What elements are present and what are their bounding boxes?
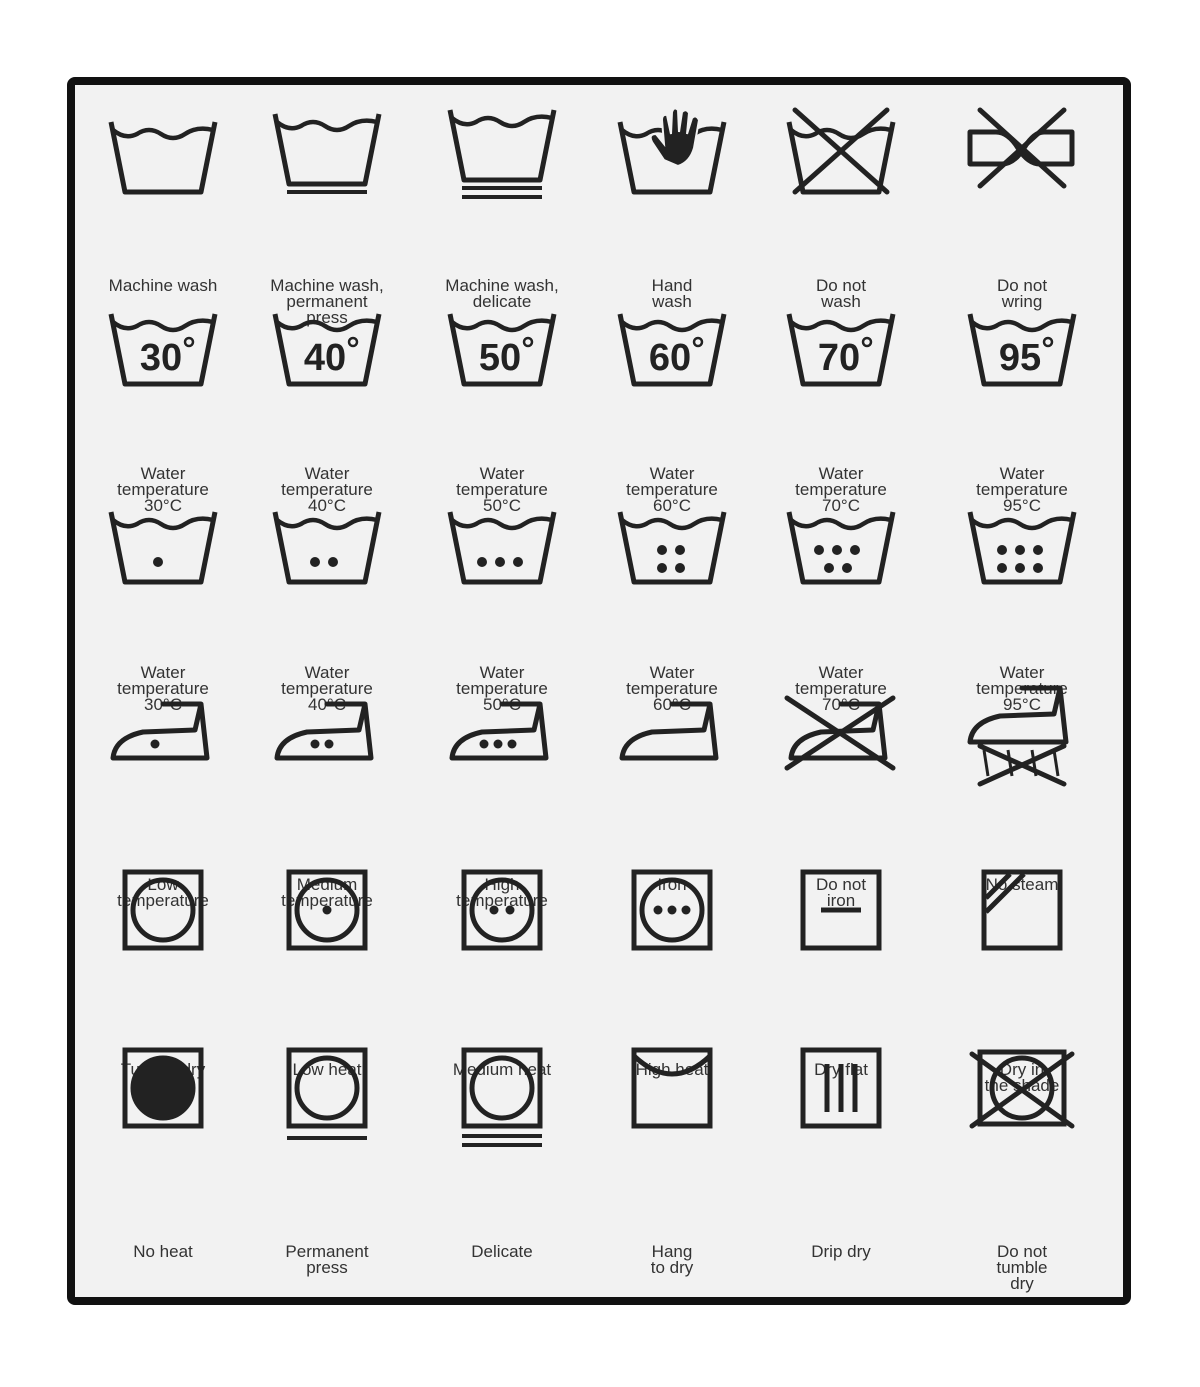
- symbol-cell: Water temperature 30°C: [78, 480, 248, 713]
- wash-6-dots-icon: [967, 511, 1077, 585]
- machine-wash-permanent-press-icon: [272, 113, 382, 194]
- symbol-cell: Do not wash: [756, 90, 926, 310]
- symbol-label: Permanent press: [285, 1242, 369, 1277]
- symbol-cell: Permanent press: [242, 1040, 412, 1276]
- do-not-tumble-dry-icon: [969, 1049, 1075, 1129]
- symbol-cell: Water temperature 40°C: [242, 480, 412, 713]
- wash-3-dots-icon: [447, 511, 557, 585]
- symbol-cell: Machine wash, permanent press: [242, 90, 412, 326]
- symbol-cell: Machine wash, delicate: [417, 90, 587, 310]
- wash-60-icon: 60: [617, 313, 727, 387]
- wash-5-dots-icon: [786, 511, 896, 585]
- symbol-cell: Do not wring: [937, 90, 1107, 310]
- symbol-cell: Medium temperature: [242, 680, 412, 909]
- symbol-cell: Water temperature 95°C: [937, 480, 1107, 713]
- symbol-label: No heat: [133, 1242, 193, 1261]
- symbol-cell: Drip dry: [756, 1040, 926, 1260]
- svg-text:70: 70: [818, 337, 860, 379]
- symbol-cell: Medium heat: [417, 862, 587, 1078]
- svg-text:50: 50: [479, 337, 521, 379]
- iron-low-icon: [110, 701, 210, 761]
- symbol-cell: Water temperature 70°C: [756, 480, 926, 713]
- tumble-dry-low-heat-icon: [286, 869, 368, 951]
- symbol-cell: 40 Water temperature 40°C: [242, 282, 412, 514]
- tumble-dry-no-heat-icon: [122, 1047, 204, 1129]
- wash-70-icon: 70: [786, 313, 896, 387]
- symbol-cell: Low temperature: [78, 680, 248, 909]
- symbol-cell: Do not iron: [756, 680, 926, 909]
- dry-in-shade-icon: [981, 869, 1063, 951]
- hand-wash-icon: [617, 107, 727, 195]
- symbol-cell: Machine wash: [78, 90, 248, 294]
- wash-95-icon: 95: [967, 313, 1077, 387]
- symbol-cell: High temperature: [417, 680, 587, 909]
- wash-50-icon: 50: [447, 313, 557, 387]
- tumble-dry-medium-heat-icon: [461, 869, 543, 951]
- symbol-cell: Hang to dry: [587, 1040, 757, 1276]
- symbol-cell: Do not tumble dry: [937, 1040, 1107, 1292]
- symbol-label: Drip dry: [811, 1242, 871, 1261]
- symbol-cell: Iron: [587, 680, 757, 893]
- symbol-cell: No heat: [78, 1040, 248, 1260]
- tumble-dry-high-heat-icon: [631, 869, 713, 951]
- svg-text:60: 60: [649, 337, 691, 379]
- symbol-cell: No steam: [937, 680, 1107, 893]
- tumble-dry-delicate-icon: [461, 1047, 543, 1147]
- wash-4-dots-icon: [617, 511, 727, 585]
- symbol-cell: Dry in the shade: [937, 862, 1107, 1094]
- wash-1-dot-icon: [108, 511, 218, 585]
- symbol-cell: Water temperature 60°C: [587, 480, 757, 713]
- symbol-cell: Tumble dry: [78, 862, 248, 1078]
- svg-text:95: 95: [999, 337, 1041, 379]
- wash-2-dots-icon: [272, 511, 382, 585]
- do-not-wash-icon: [786, 107, 896, 195]
- tumble-dry-permanent-press-icon: [286, 1047, 368, 1140]
- dry-flat-icon: [800, 869, 882, 951]
- symbol-cell: Water temperature 50°C: [417, 480, 587, 713]
- symbol-cell: 30 Water temperature 30°C: [78, 282, 248, 514]
- symbol-cell: Low heat: [242, 862, 412, 1078]
- symbol-cell: Delicate: [417, 1040, 587, 1260]
- symbol-cell: 60 Water temperature 60°C: [587, 282, 757, 514]
- do-not-wring-icon: [967, 107, 1075, 189]
- symbol-cell: High heat: [587, 862, 757, 1078]
- machine-wash-icon: [108, 121, 218, 195]
- do-not-iron-icon: [784, 695, 896, 771]
- no-steam-icon: [967, 685, 1069, 787]
- symbol-cell: 70 Water temperature 70°C: [756, 282, 926, 514]
- iron-high-icon: [449, 701, 549, 761]
- wash-40-icon: 40: [272, 313, 382, 387]
- drip-dry-icon: [800, 1047, 882, 1129]
- symbol-cell: Dry flat: [756, 862, 926, 1078]
- symbol-label: Delicate: [471, 1242, 533, 1261]
- symbol-cell: 95 Water temperature 95°C: [937, 282, 1107, 514]
- symbol-label: Do not tumble dry: [996, 1242, 1048, 1293]
- machine-wash-delicate-icon: [447, 109, 557, 199]
- symbol-cell: Hand wash: [587, 90, 757, 310]
- tumble-dry-icon: [122, 869, 204, 951]
- symbol-label: Hang to dry: [650, 1242, 694, 1277]
- symbol-cell: 50 Water temperature 50°C: [417, 282, 587, 514]
- iron-icon: [619, 701, 719, 761]
- hang-to-dry-icon: [631, 1047, 713, 1129]
- iron-medium-icon: [274, 701, 374, 761]
- svg-text:30: 30: [140, 337, 182, 379]
- svg-text:40: 40: [304, 337, 346, 379]
- wash-30-icon: 30: [108, 313, 218, 387]
